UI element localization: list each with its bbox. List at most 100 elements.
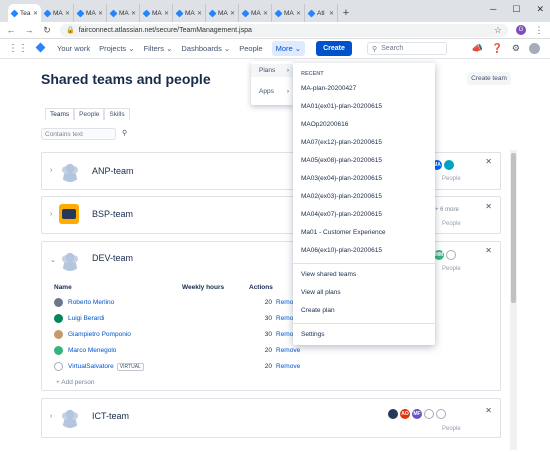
close-tab-icon[interactable]: ✕ <box>197 10 202 17</box>
back-icon[interactable]: ← <box>6 25 16 35</box>
browser-tab[interactable]: MA ✕ <box>74 4 107 22</box>
menu-item-apps[interactable]: Apps <box>259 88 274 95</box>
chevron-right-icon[interactable]: › <box>50 167 52 174</box>
person-avatar[interactable] <box>436 409 446 419</box>
person-avatar[interactable]: MF <box>412 409 422 419</box>
plan-item[interactable]: MAOp20200616 <box>301 121 348 128</box>
member-hours[interactable]: 30 <box>208 315 272 322</box>
help-icon[interactable]: ❓ <box>492 43 503 54</box>
nav-dashboards[interactable]: Dashboards ⌄ <box>181 44 230 53</box>
close-tab-icon[interactable]: ✕ <box>263 10 268 17</box>
member-name[interactable]: Giampietro Pomponio <box>68 331 208 338</box>
chevron-down-icon[interactable]: ⌄ <box>50 256 56 264</box>
nav-more[interactable]: More ⌄ <box>271 41 306 56</box>
plan-item[interactable]: MA02(ex03)-plan-20200615 <box>301 193 382 200</box>
nav-your-work[interactable]: Your work <box>57 44 90 53</box>
tab-people[interactable]: People <box>74 108 105 120</box>
nav-people[interactable]: People <box>239 44 262 53</box>
minimize-icon[interactable]: ─ <box>490 4 496 15</box>
close-tab-icon[interactable]: ✕ <box>33 10 38 17</box>
team-name[interactable]: BSP-team <box>92 209 133 219</box>
close-tab-icon[interactable]: ✕ <box>164 10 169 17</box>
plan-item[interactable]: MA05(ex08)-plan-20200615 <box>301 157 382 164</box>
browser-tab[interactable]: MA ✕ <box>41 4 74 22</box>
plan-item[interactable]: MA07(ex12)-plan-20200615 <box>301 139 382 146</box>
nav-filters[interactable]: Filters ⌄ <box>144 44 173 53</box>
maximize-icon[interactable]: ☐ <box>512 4 520 15</box>
team-name[interactable]: ANP-team <box>92 166 134 176</box>
team-name[interactable]: ICT-team <box>92 411 129 421</box>
person-avatar[interactable] <box>444 160 454 170</box>
close-icon[interactable]: ✕ <box>485 406 492 415</box>
nav-projects[interactable]: Projects ⌄ <box>99 44 134 53</box>
plan-item[interactable]: MA04(ex07)-plan-20200615 <box>301 211 382 218</box>
person-avatar[interactable] <box>388 409 398 419</box>
more-people-label[interactable]: + 6 more <box>435 207 459 213</box>
close-tab-icon[interactable]: ✕ <box>329 10 334 17</box>
contains-text-input[interactable]: Contains text <box>41 128 116 140</box>
plan-item[interactable]: Ma01 - Customer Experience <box>301 229 386 236</box>
tab-teams[interactable]: Teams <box>45 108 75 120</box>
remove-link[interactable]: Remove <box>276 363 300 370</box>
chevron-right-icon[interactable]: › <box>50 211 52 218</box>
create-team-button[interactable]: Create team <box>467 72 511 85</box>
new-tab-button[interactable]: + <box>338 4 354 22</box>
person-avatar[interactable]: MM <box>434 250 444 260</box>
member-hours[interactable]: 20 <box>208 363 272 370</box>
settings-gear-icon[interactable]: ⚙ <box>512 43 520 54</box>
close-tab-icon[interactable]: ✕ <box>65 10 70 17</box>
close-tab-icon[interactable]: ✕ <box>131 10 136 17</box>
jira-logo-icon[interactable] <box>36 43 47 54</box>
member-name[interactable]: Luigi Berardi <box>68 315 208 322</box>
forward-icon[interactable]: → <box>24 25 34 35</box>
bookmark-star-icon[interactable]: ☆ <box>494 25 502 36</box>
add-person-link[interactable]: + Add person <box>56 379 95 386</box>
member-hours[interactable]: 30 <box>208 331 272 338</box>
search-input[interactable]: ⚲ Search <box>367 42 447 55</box>
plan-item[interactable]: MA-plan-20200427 <box>301 85 356 92</box>
close-icon[interactable]: ✕ <box>485 157 492 166</box>
notifications-icon[interactable]: 📣 <box>471 43 482 54</box>
close-tab-icon[interactable]: ✕ <box>98 10 103 17</box>
browser-tab[interactable]: MA ✕ <box>173 4 206 22</box>
browser-tab[interactable]: Tea ✕ <box>8 4 41 22</box>
member-name[interactable]: Marco Menegolo <box>68 347 208 354</box>
browser-profile-avatar[interactable]: G <box>516 25 526 35</box>
plan-item[interactable]: MA01(ex01)-plan-20200615 <box>301 103 382 110</box>
browser-tab[interactable]: MA ✕ <box>272 4 305 22</box>
reload-icon[interactable]: ↻ <box>42 25 52 36</box>
member-hours[interactable]: 20 <box>208 299 272 306</box>
member-hours[interactable]: 20 <box>208 347 272 354</box>
app-switcher-icon[interactable]: ⋮⋮ <box>8 43 28 54</box>
browser-tab[interactable]: MA ✕ <box>107 4 140 22</box>
close-tab-icon[interactable]: ✕ <box>230 10 235 17</box>
person-avatar[interactable]: AO <box>400 409 410 419</box>
person-avatar[interactable] <box>446 250 456 260</box>
view-all-plans-link[interactable]: View all plans <box>301 289 341 296</box>
person-avatar[interactable] <box>424 409 434 419</box>
browser-menu-icon[interactable]: ⋮ <box>534 25 544 36</box>
user-avatar[interactable] <box>529 43 540 54</box>
url-field[interactable]: 🔒 fairconnect.atlassian.net/secure/TeamM… <box>60 23 508 37</box>
close-icon[interactable]: ✕ <box>485 202 492 211</box>
browser-tab[interactable]: MA ✕ <box>239 4 272 22</box>
page-scrollbar[interactable] <box>510 150 517 450</box>
browser-tab[interactable]: MA ✕ <box>206 4 239 22</box>
create-button[interactable]: Create <box>316 41 352 56</box>
tab-skills[interactable]: Skills <box>104 108 130 120</box>
team-name[interactable]: DEV-team <box>92 253 133 263</box>
remove-link[interactable]: Remove <box>276 347 300 354</box>
create-plan-link[interactable]: Create plan <box>301 307 335 314</box>
close-window-icon[interactable]: ✕ <box>536 4 544 15</box>
member-name[interactable]: Roberto Merlino <box>68 299 208 306</box>
view-shared-teams-link[interactable]: View shared teams <box>301 271 356 278</box>
browser-tab[interactable]: MA ✕ <box>140 4 173 22</box>
close-tab-icon[interactable]: ✕ <box>296 10 301 17</box>
chevron-right-icon[interactable]: › <box>50 413 52 420</box>
browser-tab[interactable]: Atl ✕ <box>305 4 338 22</box>
settings-link[interactable]: Settings <box>301 331 325 338</box>
plan-item[interactable]: MA03(ex04)-plan-20200615 <box>301 175 382 182</box>
scrollbar-thumb[interactable] <box>511 153 516 303</box>
member-name[interactable]: VirtualSalvatore VIRTUAL <box>68 363 208 371</box>
plan-item[interactable]: MA06(ex10)-plan-20200615 <box>301 247 382 254</box>
